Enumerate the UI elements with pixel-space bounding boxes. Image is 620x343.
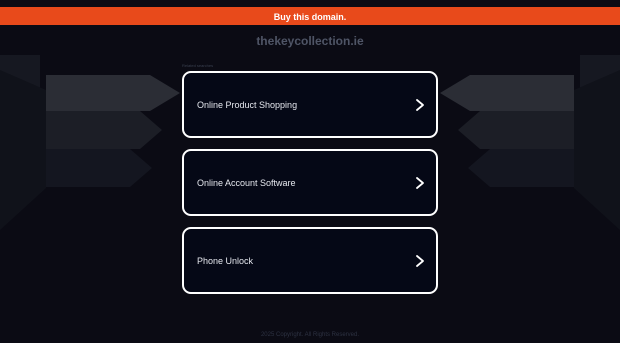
link-online-product-shopping[interactable]: Online Product Shopping xyxy=(182,71,438,138)
link-label: Online Product Shopping xyxy=(197,99,298,110)
link-phone-unlock[interactable]: Phone Unlock xyxy=(182,227,438,294)
chevron-right-icon xyxy=(416,98,424,111)
link-label: Phone Unlock xyxy=(197,255,254,266)
related-links-list: Online Product Shopping Online Account S… xyxy=(182,71,438,305)
domain-name: thekeycollection.ie xyxy=(256,34,364,48)
link-label: Online Account Software xyxy=(197,177,296,188)
copyright-footer: 2025 Copyright. All Rights Reserved. xyxy=(260,332,360,338)
buy-domain-banner[interactable]: Buy this domain. xyxy=(0,7,620,25)
related-searches-label: Related searches xyxy=(182,63,214,68)
chevron-right-icon xyxy=(416,254,424,267)
link-online-account-software[interactable]: Online Account Software xyxy=(182,149,438,216)
chevron-right-icon xyxy=(416,176,424,189)
